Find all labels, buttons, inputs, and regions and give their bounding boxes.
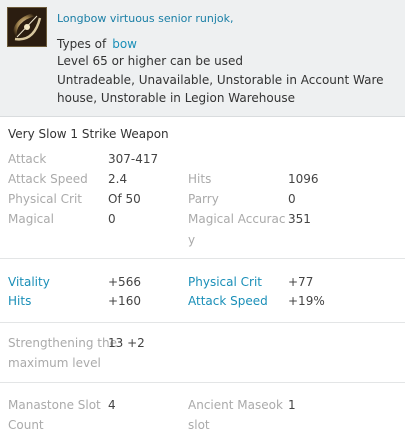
item-type-label: Types of: [57, 37, 107, 51]
bonus-vitality-label: Vitality: [8, 275, 50, 289]
magical-value: 0: [108, 212, 116, 226]
parry-value: 0: [288, 192, 296, 206]
bonus-hits-label: Hits: [8, 294, 32, 308]
bonus-physical-crit-value: +77: [288, 275, 314, 289]
bonus-attack-speed-label: Attack Speed: [188, 294, 268, 308]
manastone-slot-value: 4: [108, 398, 116, 412]
weapon-speed: Very Slow 1 Strike Weapon: [8, 127, 169, 141]
physical-crit-label: Physical Crit: [8, 192, 82, 206]
hits-value: 1096: [288, 172, 319, 186]
attack-speed-value: 2.4: [108, 172, 128, 186]
manastone-slot-label: Manastone Slot Count: [8, 395, 101, 435]
hits-label: Hits: [188, 172, 212, 186]
divider: [0, 382, 405, 383]
item-tooltip: Longbow virtuous senior runjok, Types of…: [0, 0, 405, 444]
manastone-label-line1: Manastone Slot: [8, 398, 101, 412]
ancient-label-line1: Ancient Maseok: [188, 398, 283, 412]
item-restrictions: Untradeable, Unavailable, Unstorable in …: [57, 73, 384, 105]
manastone-label-line2: Count: [8, 418, 44, 432]
parry-label: Parry: [188, 192, 219, 206]
attack-label: Attack: [8, 152, 47, 166]
bonus-vitality-value: +566: [108, 275, 141, 289]
physical-crit-value: Of 50: [108, 192, 141, 206]
bonus-attack-speed-value: +19%: [288, 294, 325, 308]
attack-value: 307-417: [108, 152, 159, 166]
bonus-hits-value: +160: [108, 294, 141, 308]
divider: [0, 258, 405, 259]
item-type-link[interactable]: bow: [112, 37, 137, 51]
magical-accuracy-value: 351: [288, 212, 311, 226]
ancient-slot-label: Ancient Maseok slot: [188, 395, 283, 435]
enchant-value: 13 +2: [108, 336, 145, 350]
enchant-label-line1: Strengthening the: [8, 336, 117, 350]
item-name: Longbow virtuous senior runjok,: [57, 12, 234, 25]
attack-speed-label: Attack Speed: [8, 172, 88, 186]
item-header: Longbow virtuous senior runjok, Types of…: [0, 0, 405, 117]
item-type: Types of bow: [57, 37, 137, 51]
longbow-icon: [7, 7, 47, 47]
magical-label: Magical: [8, 212, 54, 226]
magical-accuracy-label: Magical Accurac: [188, 212, 286, 226]
ancient-slot-value: 1: [288, 398, 296, 412]
divider: [0, 322, 405, 323]
enchant-label-line2: maximum level: [8, 356, 101, 370]
level-requirement: Level 65 or higher can be used: [57, 54, 243, 68]
ancient-label-line2: slot: [188, 418, 210, 432]
magical-accuracy-label-wrap: y: [188, 233, 196, 247]
enchant-label: Strengthening the maximum level: [8, 333, 117, 373]
bonus-physical-crit-label: Physical Crit: [188, 275, 262, 289]
